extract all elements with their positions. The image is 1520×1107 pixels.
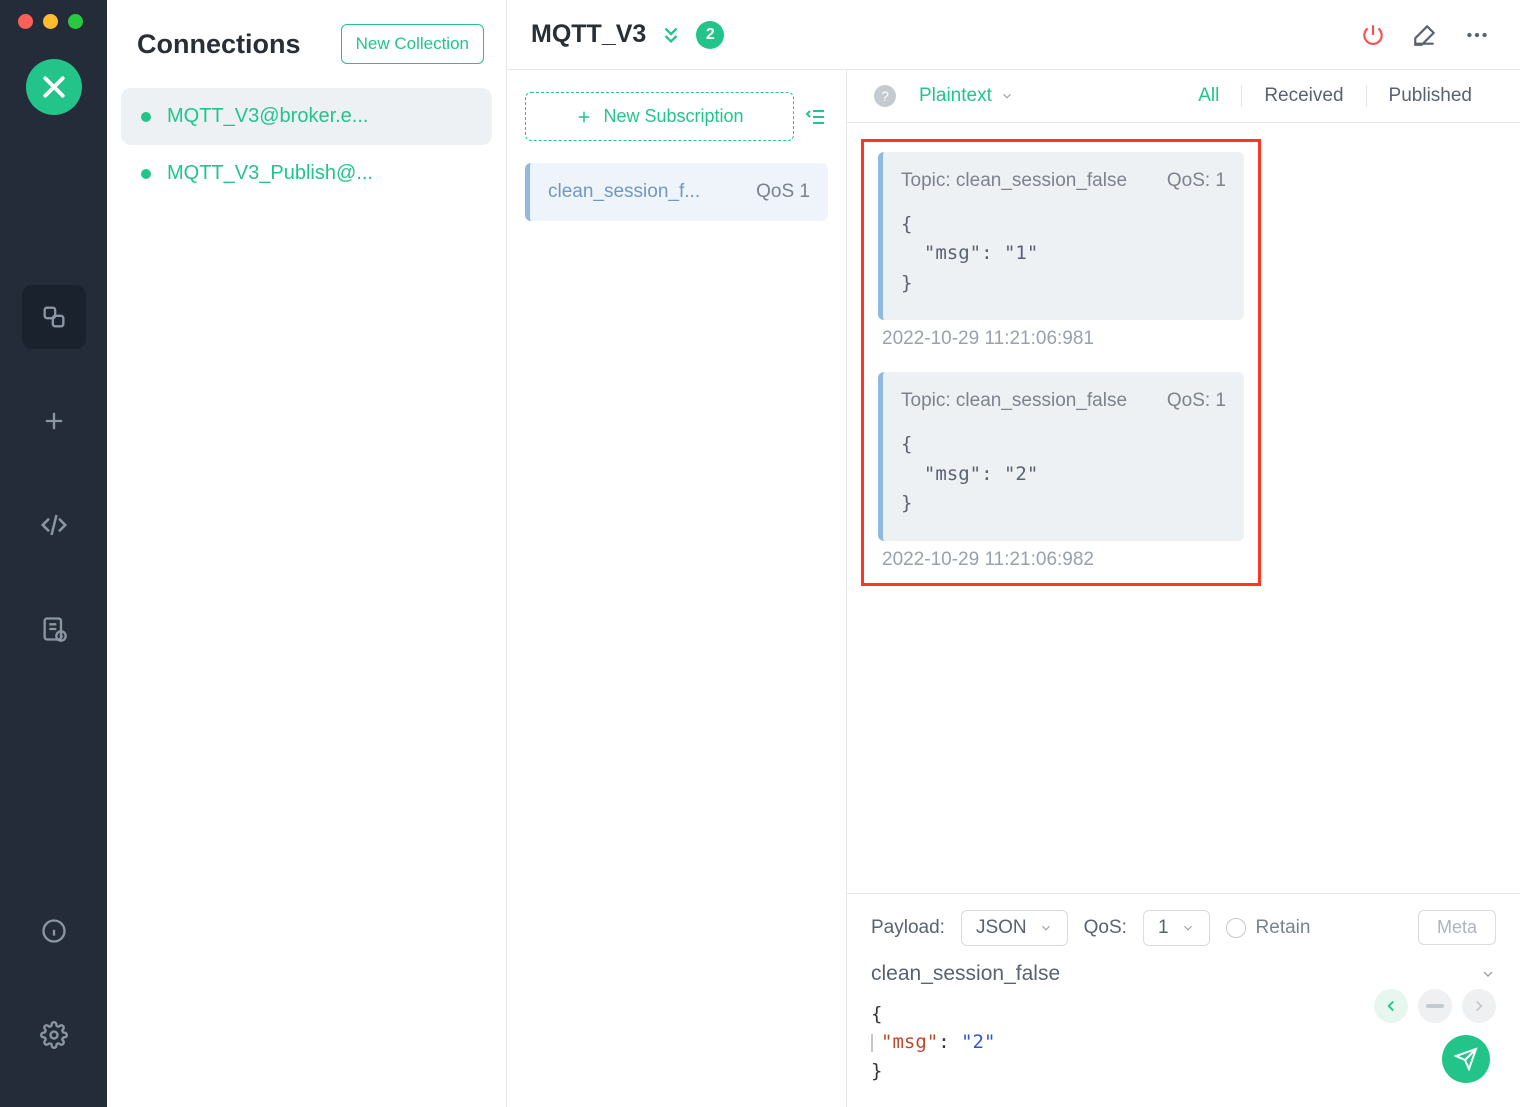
history-next-button[interactable] — [1462, 989, 1496, 1023]
meta-button[interactable]: Meta — [1418, 910, 1496, 945]
collapse-subscriptions-icon[interactable] — [804, 105, 828, 129]
message-card[interactable]: Topic: clean_session_false QoS: 1 { "msg… — [878, 372, 1244, 540]
message-filter-tabs: All Received Published — [1176, 85, 1494, 107]
message-body: { "msg": "2" } — [901, 430, 1226, 518]
nav-connections[interactable] — [22, 285, 86, 349]
chevron-down-icon — [1039, 921, 1053, 935]
app-logo — [26, 59, 82, 115]
disconnect-icon[interactable] — [1360, 22, 1386, 48]
subscription-item[interactable]: clean_session_f... QoS 1 — [525, 163, 828, 221]
message-topic: Topic: clean_session_false — [901, 170, 1127, 192]
payload-history-nav — [1374, 989, 1496, 1023]
more-icon[interactable] — [1464, 22, 1490, 48]
connections-title: Connections — [137, 29, 301, 60]
window-controls — [18, 14, 83, 29]
message-qos: QoS: 1 — [1167, 390, 1226, 412]
messages-toolbar: ? Plaintext All Received Published — [847, 70, 1520, 123]
connection-label: MQTT_V3_Publish@... — [167, 162, 373, 185]
nav-settings[interactable] — [22, 1003, 86, 1067]
status-dot-icon — [141, 169, 151, 179]
new-subscription-label: New Subscription — [603, 106, 743, 127]
nav-scripts[interactable] — [22, 493, 86, 557]
chevron-down-icon — [1480, 966, 1496, 982]
nav-info[interactable] — [22, 899, 86, 963]
filter-tab-received[interactable]: Received — [1241, 85, 1365, 107]
new-subscription-button[interactable]: New Subscription — [525, 92, 794, 141]
connection-item[interactable]: MQTT_V3@broker.e... — [121, 88, 492, 145]
payload-label: Payload: — [871, 917, 945, 939]
svg-text:?: ? — [881, 88, 889, 104]
nav-new[interactable] — [22, 389, 86, 453]
publish-topic-input[interactable]: clean_session_false — [871, 962, 1496, 986]
nav-rail — [0, 0, 107, 1107]
qos-label: QoS: — [1084, 917, 1127, 939]
main-header: MQTT_V3 2 — [507, 0, 1520, 70]
expand-down-icon[interactable] — [660, 24, 682, 46]
send-button[interactable] — [1442, 1035, 1490, 1083]
payload-format-select[interactable]: JSON — [961, 910, 1068, 946]
connection-title: MQTT_V3 — [531, 20, 646, 49]
highlight-annotation: Topic: clean_session_false QoS: 1 { "msg… — [861, 139, 1261, 586]
connection-label: MQTT_V3@broker.e... — [167, 105, 368, 128]
filter-tab-all[interactable]: All — [1176, 85, 1241, 107]
subscription-qos: QoS 1 — [756, 181, 810, 203]
edit-icon[interactable] — [1412, 22, 1438, 48]
subscriptions-column: New Subscription clean_session_f... QoS … — [507, 70, 847, 1107]
status-dot-icon — [141, 112, 151, 122]
chevron-down-icon — [1181, 921, 1195, 935]
qos-select[interactable]: 1 — [1143, 910, 1210, 946]
help-icon[interactable]: ? — [873, 84, 897, 108]
radio-icon — [1226, 918, 1246, 938]
publish-panel: Payload: JSON QoS: 1 Retain — [847, 893, 1520, 1107]
nav-log[interactable] — [22, 597, 86, 661]
connection-item[interactable]: MQTT_V3_Publish@... — [121, 145, 492, 202]
filter-tab-published[interactable]: Published — [1366, 85, 1494, 107]
message-body: { "msg": "1" } — [901, 210, 1226, 298]
history-prev-button[interactable] — [1374, 989, 1408, 1023]
message-timestamp: 2022-10-29 11:21:06:981 — [882, 328, 1244, 350]
maximize-window-icon[interactable] — [68, 14, 83, 29]
chevron-down-icon — [1000, 89, 1014, 103]
message-timestamp: 2022-10-29 11:21:06:982 — [882, 549, 1244, 571]
messages-list: Topic: clean_session_false QoS: 1 { "msg… — [847, 123, 1520, 893]
retain-toggle[interactable]: Retain — [1226, 917, 1311, 939]
format-select[interactable]: Plaintext — [919, 85, 1014, 107]
connections-sidebar: Connections New Collection MQTT_V3@broke… — [107, 0, 507, 1107]
messages-column: ? Plaintext All Received Published — [847, 70, 1520, 1107]
cursor-icon — [871, 1034, 873, 1052]
message-qos: QoS: 1 — [1167, 170, 1226, 192]
history-mid-button[interactable] — [1418, 989, 1452, 1023]
close-window-icon[interactable] — [18, 14, 33, 29]
minimize-window-icon[interactable] — [43, 14, 58, 29]
subscription-topic: clean_session_f... — [548, 181, 700, 203]
message-topic: Topic: clean_session_false — [901, 390, 1127, 412]
main-panel: MQTT_V3 2 New Subscriptio — [507, 0, 1520, 1107]
message-card[interactable]: Topic: clean_session_false QoS: 1 { "msg… — [878, 152, 1244, 320]
message-count-badge: 2 — [696, 21, 724, 49]
new-collection-button[interactable]: New Collection — [341, 24, 484, 64]
format-label: Plaintext — [919, 85, 992, 107]
